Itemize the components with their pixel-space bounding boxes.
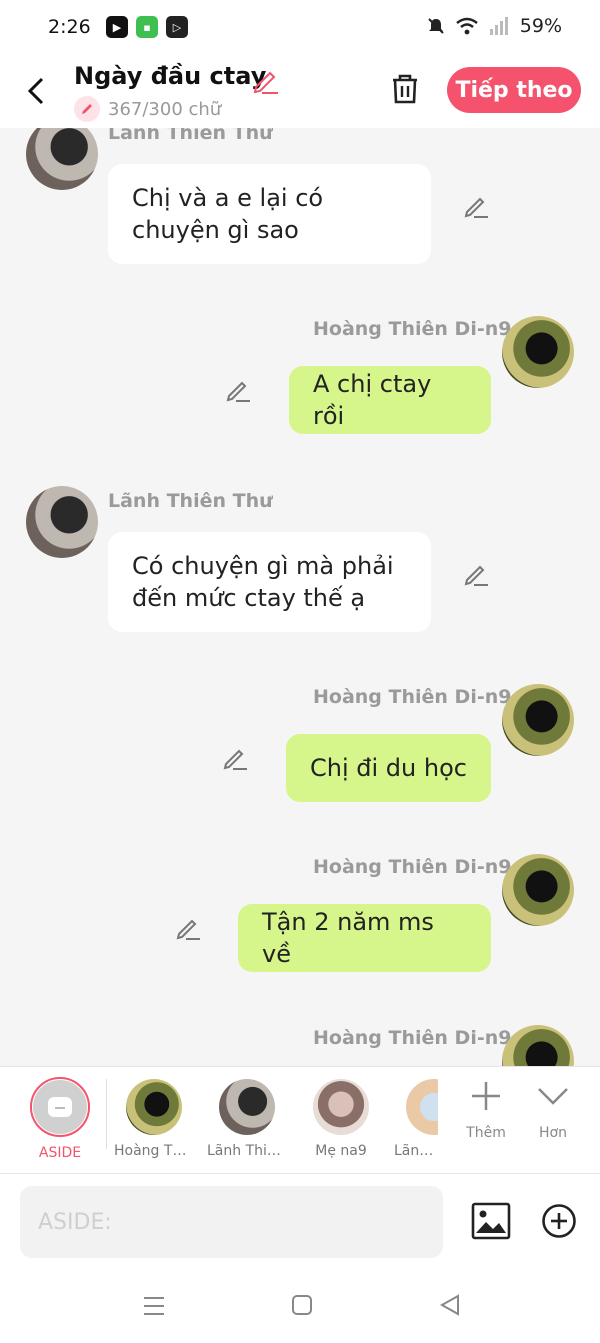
home-icon[interactable] bbox=[291, 1294, 313, 1316]
character-name: Mẹ na9 bbox=[315, 1143, 367, 1159]
page-title: Ngày đầu ctay bbox=[74, 62, 267, 90]
expand-button[interactable]: Hơn bbox=[523, 1079, 583, 1141]
char-count: 367/300 chữ bbox=[108, 98, 222, 120]
divider bbox=[106, 1079, 107, 1149]
character-name: Lãnh T bbox=[394, 1143, 438, 1159]
chat-area[interactable]: Lãnh Thiên Thư Chị và a e lại có chuyện … bbox=[0, 128, 600, 1066]
char-count-row: 367/300 chữ bbox=[74, 96, 221, 122]
add-label: Thêm bbox=[466, 1125, 506, 1141]
sender-name: Lãnh Thiên Thư bbox=[108, 128, 273, 144]
avatar[interactable] bbox=[502, 684, 574, 756]
status-time: 2:26 bbox=[48, 16, 91, 38]
character-name: Hoàng Thi... bbox=[114, 1143, 194, 1159]
character-avatar bbox=[313, 1079, 369, 1135]
narration-icon bbox=[33, 1080, 87, 1134]
back-nav-icon[interactable] bbox=[439, 1294, 461, 1316]
aside-button[interactable] bbox=[30, 1077, 90, 1137]
character-item[interactable]: Lãnh Thiê... bbox=[207, 1079, 287, 1159]
message-bubble[interactable]: Chị và a e lại có chuyện gì sao bbox=[108, 164, 431, 264]
character-item[interactable]: Hoàng Thi... bbox=[114, 1079, 194, 1159]
message-bubble[interactable]: Tận 2 năm ms về bbox=[238, 904, 491, 972]
avatar[interactable] bbox=[502, 316, 574, 388]
edit-title-icon[interactable] bbox=[250, 65, 280, 95]
character-avatar bbox=[126, 1079, 182, 1135]
sender-name: Hoàng Thiên Di-n9 bbox=[313, 1027, 512, 1049]
edit-message-icon[interactable] bbox=[462, 560, 490, 588]
sender-name: Hoàng Thiên Di-n9 bbox=[313, 318, 512, 340]
back-button[interactable] bbox=[22, 74, 52, 108]
chevron-down-icon bbox=[538, 1088, 568, 1105]
message-bubble[interactable]: A chị ctay rồi bbox=[289, 366, 491, 434]
wifi-icon bbox=[455, 17, 478, 35]
edit-message-icon[interactable] bbox=[462, 192, 490, 220]
plus-icon bbox=[472, 1082, 500, 1110]
message-bubble[interactable]: Có chuyện gì mà phải đến mức ctay thế ạ bbox=[108, 532, 431, 632]
wechat-icon: ▪ bbox=[136, 16, 158, 38]
sender-name: Lãnh Thiên Thư bbox=[108, 490, 273, 512]
add-button[interactable] bbox=[541, 1203, 577, 1239]
status-app-icons: ▶ ▪ ▷ bbox=[106, 16, 188, 38]
edit-message-icon[interactable] bbox=[221, 744, 249, 772]
character-avatar bbox=[219, 1079, 275, 1135]
image-upload-button[interactable] bbox=[471, 1202, 511, 1240]
edit-message-icon[interactable] bbox=[174, 914, 202, 942]
avatar[interactable] bbox=[26, 128, 98, 190]
message-input[interactable] bbox=[20, 1186, 443, 1258]
header: Ngày đầu ctay 367/300 chữ Tiếp theo bbox=[0, 56, 600, 128]
add-character-button[interactable]: Thêm bbox=[456, 1079, 516, 1141]
status-bar: 2:26 ▶ ▪ ▷ 59% bbox=[0, 0, 600, 56]
signal-icon bbox=[489, 17, 508, 35]
youtube-icon: ▶ bbox=[106, 16, 128, 38]
system-nav-bar bbox=[0, 1270, 600, 1343]
pencil-icon bbox=[74, 96, 100, 122]
character-avatar bbox=[406, 1079, 438, 1135]
message-bubble[interactable]: Chị đi du học bbox=[286, 734, 491, 802]
status-indicators: 59% bbox=[426, 15, 562, 37]
video-icon: ▷ bbox=[166, 16, 188, 38]
mute-icon bbox=[428, 18, 444, 34]
sender-name: Hoàng Thiên Di-n9 bbox=[313, 856, 512, 878]
edit-message-icon[interactable] bbox=[224, 376, 252, 404]
character-name: Lãnh Thiê... bbox=[207, 1143, 287, 1159]
avatar[interactable] bbox=[26, 486, 98, 558]
aside-label: ASIDE bbox=[38, 1145, 82, 1161]
expand-label: Hơn bbox=[539, 1125, 567, 1141]
battery-percent: 59% bbox=[519, 15, 562, 37]
avatar[interactable] bbox=[502, 1025, 574, 1066]
character-item[interactable]: Lãnh T bbox=[382, 1079, 438, 1159]
avatar[interactable] bbox=[502, 854, 574, 926]
next-button[interactable]: Tiếp theo bbox=[447, 67, 581, 113]
sender-name: Hoàng Thiên Di-n9 bbox=[313, 686, 512, 708]
menu-icon[interactable] bbox=[142, 1294, 166, 1318]
delete-button[interactable] bbox=[388, 72, 422, 106]
character-switcher: ASIDE Hoàng Thi... Lãnh Thiê... Mẹ na9 L… bbox=[0, 1066, 600, 1174]
character-item[interactable]: Mẹ na9 bbox=[301, 1079, 381, 1159]
composer bbox=[0, 1174, 600, 1270]
